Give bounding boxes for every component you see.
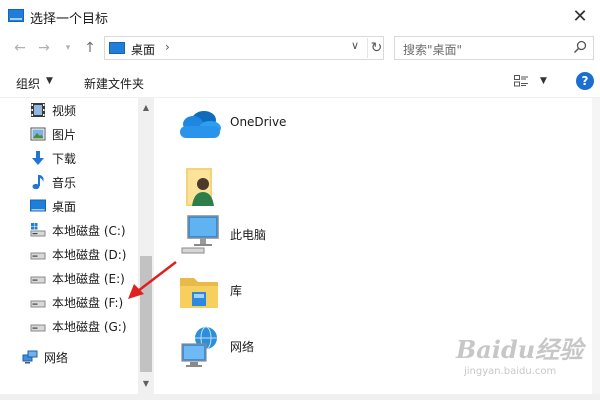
scroll-thumb[interactable] — [140, 256, 152, 372]
bottom-edge — [0, 394, 600, 400]
drive-icon — [30, 276, 46, 284]
desktop-icon — [30, 199, 46, 212]
address-path[interactable]: 桌面 — [131, 41, 155, 58]
content-item-network[interactable]: 网络 — [174, 320, 254, 372]
up-button[interactable]: ↑ — [80, 38, 100, 58]
nav-item-drive-c[interactable]: 本地磁盘 (C:) — [30, 219, 126, 241]
back-arrow-icon: ← — [14, 40, 26, 56]
content-label: 此电脑 — [230, 227, 267, 242]
forward-arrow-icon: → — [38, 40, 50, 56]
toolbar: 组织 ▼ 新建文件夹 ▼ ? — [0, 66, 600, 98]
content-label: OneDrive — [230, 115, 287, 129]
scroll-up-icon[interactable]: ▲ — [138, 100, 154, 114]
up-arrow-icon: ↑ — [84, 40, 96, 56]
nav-item-drive-d[interactable]: 本地磁盘 (D:) — [30, 243, 126, 265]
nav-label: 本地磁盘 (D:) — [52, 247, 127, 262]
this-pc-icon — [181, 215, 219, 254]
onedrive-icon — [180, 111, 221, 138]
nav-item-drive-f[interactable]: 本地磁盘 (F:) — [30, 291, 123, 313]
recent-locations-button[interactable]: ▾ — [58, 38, 78, 58]
nav-label: 音乐 — [52, 175, 77, 190]
window-title: 选择一个目标 — [30, 12, 109, 27]
watermark-logo: Baidu经验 — [456, 335, 584, 364]
nav-label: 桌面 — [52, 199, 77, 214]
content-item-onedrive[interactable]: OneDrive — [174, 96, 286, 148]
video-icon — [31, 103, 45, 117]
content-item-user-folder[interactable] — [174, 160, 230, 212]
system-drive-icon — [30, 223, 46, 237]
content-label: 库 — [230, 283, 243, 298]
navigation-pane: 视频 图片 下载 音乐 桌面 本地磁盘 (C:) 本地磁盘 (D:) 本地磁盘 … — [0, 98, 156, 394]
user-folder-icon — [186, 168, 214, 206]
address-bar[interactable]: 桌面 › ∨ ↻ — [104, 36, 384, 60]
pictures-icon — [30, 127, 46, 141]
nav-item-drive-g[interactable]: 本地磁盘 (G:) — [30, 315, 127, 337]
close-icon: ✕ — [572, 5, 588, 27]
network-icon — [22, 350, 38, 364]
library-icon — [180, 278, 218, 308]
desktop-icon — [109, 42, 125, 54]
scroll-down-icon[interactable]: ▼ — [138, 376, 154, 390]
music-icon — [32, 175, 44, 190]
nav-item-desktop[interactable]: 桌面 — [30, 195, 76, 217]
download-icon — [32, 151, 44, 165]
nav-label: 本地磁盘 (F:) — [52, 295, 124, 310]
title-bar: 选择一个目标 ✕ — [0, 0, 600, 32]
close-button[interactable]: ✕ — [560, 0, 600, 32]
address-row: ← → ▾ ↑ 桌面 › ∨ ↻ 搜索"桌面" — [0, 34, 600, 62]
back-button[interactable]: ← — [10, 38, 30, 58]
forward-button[interactable]: → — [34, 38, 54, 58]
nav-label: 下载 — [52, 151, 77, 166]
drive-icon — [30, 300, 46, 308]
folder-icon — [8, 9, 24, 22]
file-dialog: 选择一个目标 ✕ ← → ▾ ↑ 桌面 › ∨ ↻ 搜索"桌面" 组织 ▼ 新建… — [0, 0, 600, 400]
new-folder-button[interactable]: 新建文件夹 — [84, 75, 144, 92]
content-label: 网络 — [230, 339, 255, 354]
watermark: Baidu经验 jingyan.baidu.com — [448, 330, 598, 386]
chevron-down-icon: ▾ — [65, 43, 71, 53]
view-options-caret-icon[interactable]: ▼ — [540, 76, 547, 86]
nav-item-videos[interactable]: 视频 — [30, 99, 76, 121]
content-item-library[interactable]: 库 — [174, 264, 242, 316]
watermark-url: jingyan.baidu.com — [464, 366, 557, 377]
refresh-icon[interactable]: ↻ — [367, 38, 385, 58]
drive-icon — [30, 324, 46, 332]
nav-scrollbar[interactable]: ▲ ▼ — [138, 98, 154, 394]
nav-item-drive-e[interactable]: 本地磁盘 (E:) — [30, 267, 125, 289]
view-options-icon[interactable] — [514, 75, 528, 87]
nav-label: 本地磁盘 (E:) — [52, 271, 125, 286]
breadcrumb-chevron[interactable]: › — [165, 40, 170, 54]
search-placeholder: 搜索"桌面" — [403, 43, 463, 57]
search-input[interactable]: 搜索"桌面" — [394, 36, 594, 60]
nav-label: 图片 — [52, 127, 77, 142]
drive-icon — [30, 252, 46, 260]
nav-item-network[interactable]: 网络 — [22, 346, 68, 368]
nav-label: 本地磁盘 (C:) — [52, 223, 126, 238]
search-icon — [573, 40, 587, 54]
nav-item-downloads[interactable]: 下载 — [30, 147, 76, 169]
organize-caret-icon[interactable]: ▼ — [46, 76, 53, 86]
content-item-this-pc[interactable]: 此电脑 — [174, 208, 266, 260]
address-dropdown-icon[interactable]: ∨ — [351, 39, 359, 52]
organize-button[interactable]: 组织 — [16, 75, 40, 92]
nav-label: 本地磁盘 (G:) — [52, 319, 127, 334]
nav-item-pictures[interactable]: 图片 — [30, 123, 76, 145]
nav-item-music[interactable]: 音乐 — [30, 171, 76, 193]
help-icon[interactable]: ? — [576, 72, 594, 90]
nav-label: 视频 — [52, 103, 77, 118]
nav-label: 网络 — [44, 350, 69, 365]
network-icon — [181, 326, 217, 367]
